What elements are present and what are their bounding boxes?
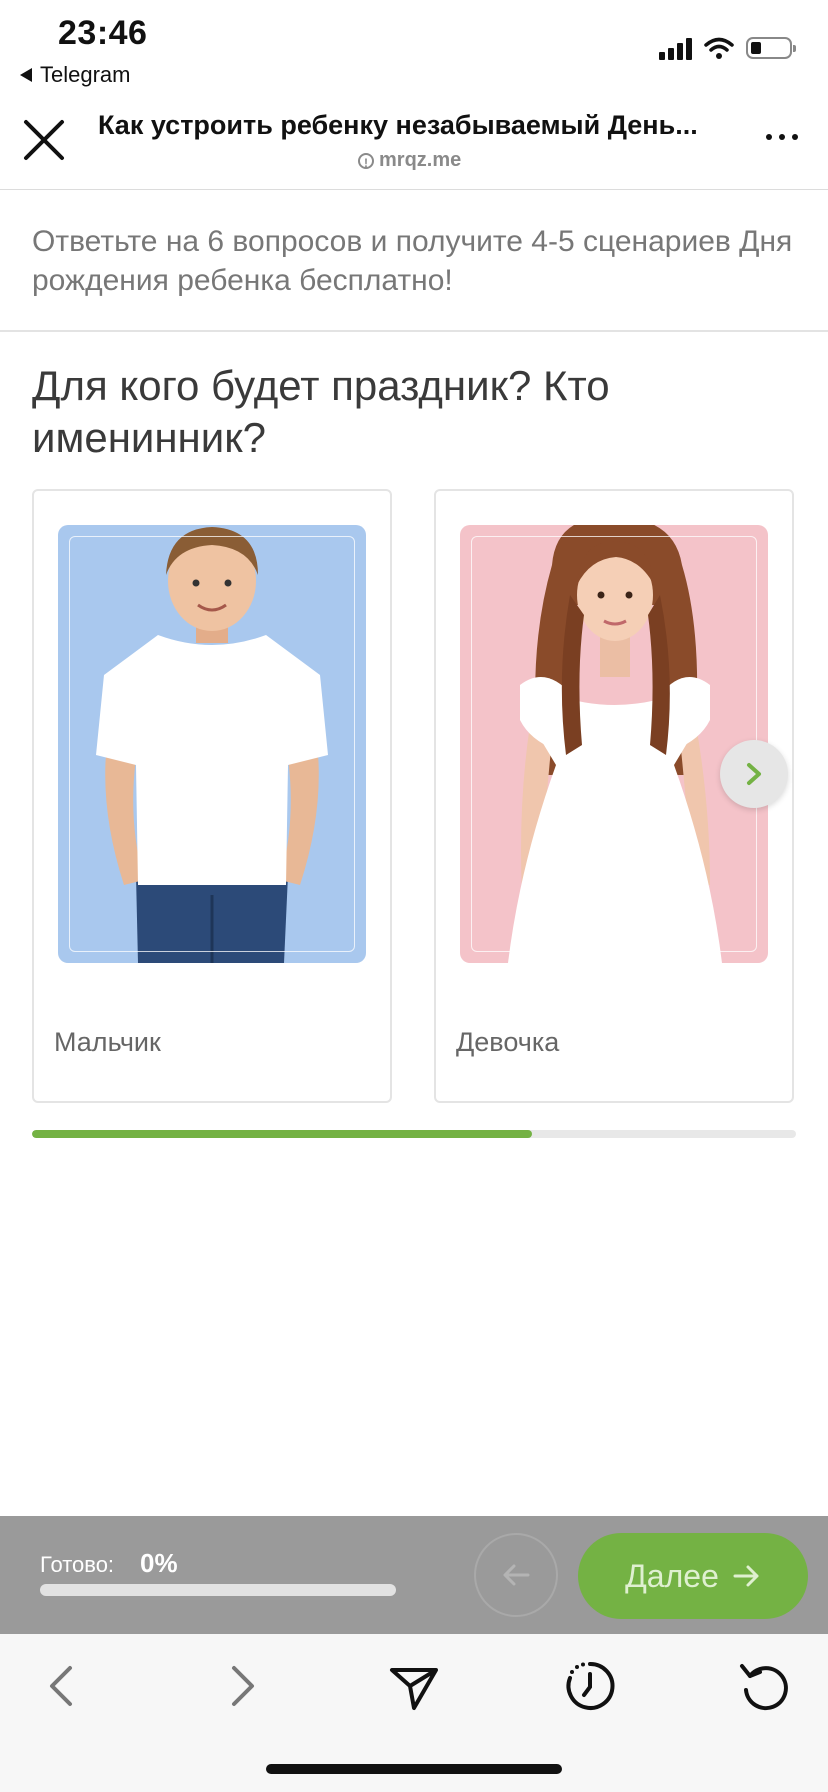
ready-value: 0% (140, 1548, 178, 1578)
reload-icon[interactable] (736, 1658, 792, 1714)
wifi-icon (704, 37, 734, 59)
back-app-label: Telegram (40, 62, 131, 87)
option-card-boy[interactable]: Мальчик (32, 489, 392, 1103)
intro-divider (0, 330, 828, 332)
header-divider (0, 189, 828, 190)
option-label-girl: Девочка (456, 1027, 560, 1057)
domain-label: mrqz.me (379, 149, 462, 171)
back-triangle-icon (20, 68, 32, 82)
back-to-app-link[interactable]: Telegram (20, 62, 130, 88)
ready-label: Готово: (40, 1552, 115, 1577)
info-icon: ! (358, 152, 374, 170)
question-progress-bar (32, 1130, 796, 1138)
quiz-intro: Ответьте на 6 вопросов и получите 4-5 сц… (32, 225, 793, 297)
boy-photo (58, 525, 366, 963)
arrow-right-icon (733, 1565, 759, 1587)
close-icon[interactable] (22, 118, 66, 162)
question-progress-fill (32, 1130, 533, 1138)
history-icon[interactable] (562, 1658, 618, 1714)
status-icons (659, 36, 796, 60)
girl-photo (460, 525, 768, 963)
more-dots-icon[interactable] (766, 134, 798, 140)
cellular-signal-icon (659, 36, 692, 60)
battery-icon (746, 37, 796, 59)
next-question-button[interactable]: Далее (578, 1533, 808, 1619)
chevron-left-icon[interactable] (36, 1658, 92, 1714)
ready-progress-bar (40, 1584, 396, 1596)
home-indicator (266, 1764, 562, 1774)
quiz-question: Для кого будет праздник? Кто именинник? (32, 362, 610, 461)
next-button-label: Далее (625, 1557, 719, 1594)
domain-info[interactable]: ! mrqz.me (358, 149, 461, 172)
page-title: Как устроить ребенку незабываемый День..… (98, 110, 698, 140)
chevron-right-icon[interactable] (212, 1658, 268, 1714)
send-icon[interactable] (386, 1658, 442, 1714)
option-label-boy: Мальчик (54, 1027, 161, 1057)
previous-question-button[interactable] (474, 1533, 558, 1617)
chevron-right-icon (747, 763, 761, 785)
status-time: 23:46 (58, 14, 148, 52)
arrow-left-icon (503, 1564, 530, 1586)
carousel-next-button[interactable] (720, 740, 788, 808)
